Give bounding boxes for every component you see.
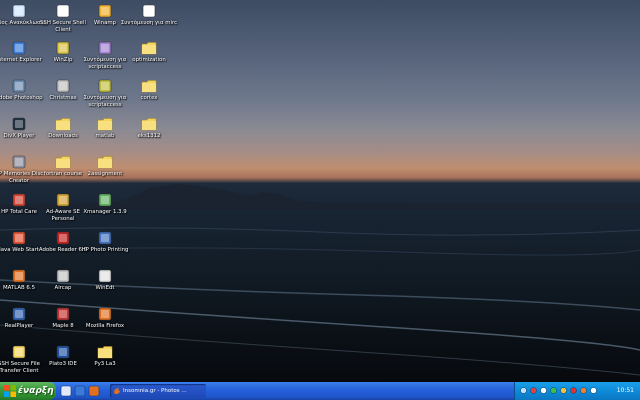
ssh-client-icon [56,4,70,18]
start-button[interactable]: έναρξη [0,382,56,400]
hp-photo-icon [98,231,112,245]
desktop-icon-label: Συντόμευση για mirc [120,20,178,26]
internet-explorer-icon [12,41,26,55]
desktop-icon[interactable]: optimization [120,40,178,64]
folder-icon [97,346,113,359]
ssh-file-transfer-icon [12,345,26,359]
desktop-icon-label: HP Photo Printing [81,247,129,253]
java-icon [12,231,26,245]
desktop-icon-label: optimization [132,57,166,63]
hp-memories-icon [12,155,26,169]
plato-ide-icon [56,345,70,359]
mirc-icon [142,4,156,18]
desktop-icon[interactable]: cortex [120,78,178,102]
folder-icon [55,118,71,131]
divx-player-icon [12,117,26,131]
firefox-icon [113,387,121,395]
photoshop-icon [12,79,26,93]
desktop-icon-label: Mozilla Firefox [85,323,125,329]
start-label: έναρξη [18,386,54,396]
folder-icon [141,118,157,131]
taskbar-window-button[interactable]: Insomnia.gr - Photos ... [110,384,206,398]
matlab-icon [12,269,26,283]
desktop-icon-label: cortex [140,95,158,101]
antivirus-icon[interactable] [530,387,537,394]
winamp-icon [98,4,112,18]
firefox-icon[interactable] [88,385,100,397]
update-icon[interactable] [560,387,567,394]
desktop-icon-label: 2assignment [87,171,123,177]
network-icon[interactable] [520,387,527,394]
adobe-reader-icon [56,231,70,245]
desktop-icon[interactable]: 2assignment [76,154,134,178]
desktop-icon[interactable]: Συντόμευση για mirc [120,3,178,27]
folder-icon [141,80,157,93]
folder-icon [141,42,157,55]
desktop-icon-label: WinEdt [95,285,115,291]
folder-icon [55,156,71,169]
christmas-icon [56,79,70,93]
desktop-icon-label: Xmanager 1.3.9 [83,209,127,215]
desktop-icon[interactable]: WinEdt [76,268,134,292]
java-icon[interactable] [580,387,587,394]
system-tray: 10:51 [514,382,640,400]
desktop[interactable]: Κάδος ΑνακύκλωσηςSSH Secure Shell Client… [0,0,640,382]
winedt-icon [98,269,112,283]
clock[interactable]: 10:51 [617,382,634,400]
volume-icon[interactable] [540,387,547,394]
shortcut-icon [98,41,112,55]
windows-logo-icon [4,385,16,397]
show-desktop-icon[interactable] [60,385,72,397]
desktop-icon-label: eks1312 [137,133,161,139]
desktop-icon[interactable]: Mozilla Firefox [76,306,134,330]
internet-explorer-icon[interactable] [74,385,86,397]
taskbar-window-title: Insomnia.gr - Photos ... [123,388,187,394]
realplayer-icon [12,307,26,321]
desktop-icon[interactable]: Py3 La3 [76,344,134,368]
aircap-icon [56,269,70,283]
folder-icon [97,118,113,131]
folder-icon [97,156,113,169]
ad-aware-icon [56,193,70,207]
winzip-icon [56,41,70,55]
messenger-icon[interactable] [550,387,557,394]
hp-icon[interactable] [590,387,597,394]
desktop-icon-label: Py3 La3 [94,361,116,367]
xmanager-icon [98,193,112,207]
shortcut-icon [98,79,112,93]
desktop-icon[interactable]: eks1312 [120,116,178,140]
desktop-icon[interactable]: Xmanager 1.3.9 [76,192,134,216]
recycle-bin-icon [12,4,26,18]
hp-total-care-icon [12,193,26,207]
maple-icon [56,307,70,321]
desktop-icon[interactable]: HP Photo Printing [76,230,134,254]
taskbar: έναρξη Insomnia.gr - Photos ... 10:51 [0,382,640,400]
security-shield-icon[interactable] [570,387,577,394]
firefox-icon [98,307,112,321]
